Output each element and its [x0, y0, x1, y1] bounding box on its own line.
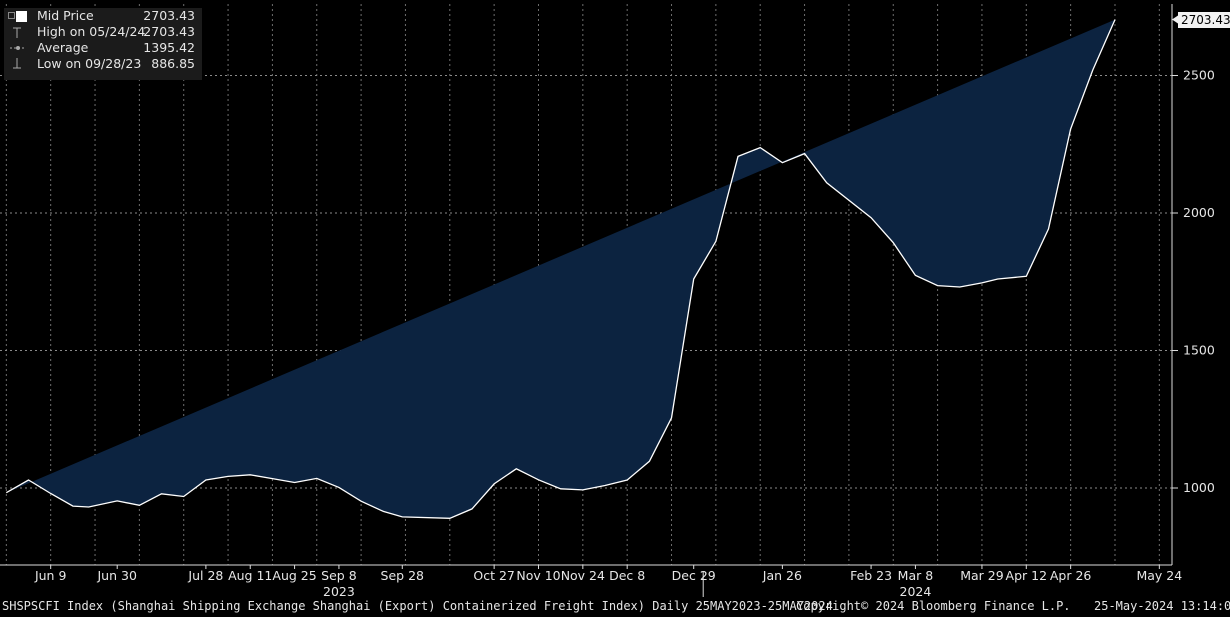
y-tick-label: 1500 [1183, 343, 1215, 358]
x-tick-label: Mar 29 [960, 568, 1004, 583]
x-tick-label: Apr 26 [1050, 568, 1092, 583]
y-tick-label: 1000 [1183, 480, 1215, 495]
x-tick-label: Nov 24 [561, 568, 605, 583]
legend-row-average: Average 1395.42 [4, 40, 202, 56]
x-tick-label: Aug 25 [272, 568, 316, 583]
y-tick-label: 2000 [1183, 205, 1215, 220]
high-marker-icon [8, 24, 22, 40]
legend-row-mid-price: Mid Price 2703.43 [4, 8, 202, 24]
year-label: 2023 [323, 584, 355, 599]
x-tick-label: Sep 28 [381, 568, 424, 583]
x-tick-label: Apr 12 [1006, 568, 1048, 583]
legend-row-low: Low on 09/28/23 886.85 [4, 56, 202, 72]
legend: Mid Price 2703.43 High on 05/24/24 2703.… [4, 8, 202, 80]
low-marker-icon [8, 56, 22, 72]
x-tick-label: Mar 8 [898, 568, 934, 583]
timestamp: 25-May-2024 13:14:02 [1094, 599, 1230, 613]
legend-row-high: High on 05/24/24 2703.43 [4, 24, 202, 40]
price-chart: 1000150020002500Jun 9 Jun 30 Jul 28 Aug 11 A… [0, 4, 1215, 599]
average-marker-icon [8, 40, 26, 56]
x-tick-label: Feb 23 [850, 568, 892, 583]
price-area [6, 19, 1115, 519]
year-label: 2024 [900, 584, 932, 599]
last-value-label: 2703.43 [1178, 11, 1230, 28]
x-tick-label: Jun 30 [96, 568, 136, 583]
x-tick-label: Jan 26 [762, 568, 802, 583]
x-tick-label: Dec 29 [672, 568, 716, 583]
x-tick-label: Sep 8 [321, 568, 357, 583]
x-tick-label: Dec 8 [609, 568, 645, 583]
index-description: SHSPSCFI Index (Shanghai Shipping Exchan… [2, 599, 833, 613]
x-tick-label: May 24 [1136, 568, 1182, 583]
square-icon [8, 8, 27, 24]
x-tick-label: Jun 9 [34, 568, 67, 583]
x-tick-label: Aug 11 [228, 568, 272, 583]
x-tick-label: Oct 27 [473, 568, 515, 583]
x-tick-label: Jul 28 [187, 568, 223, 583]
y-tick-label: 2500 [1183, 68, 1215, 83]
copyright: Copyright© 2024 Bloomberg Finance L.P. [796, 599, 1071, 613]
x-tick-label: Nov 10 [516, 568, 560, 583]
